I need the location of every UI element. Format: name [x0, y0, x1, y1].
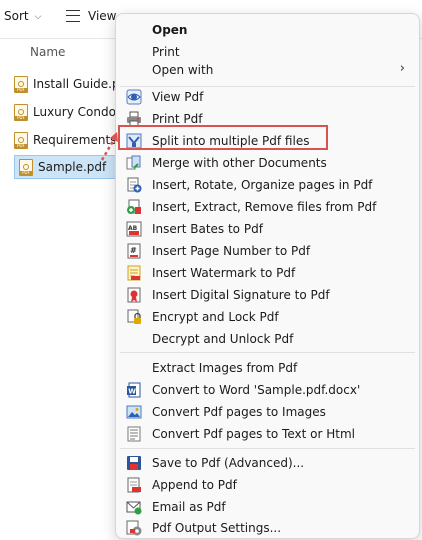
settings-icon	[126, 520, 142, 536]
word-document-icon: W	[126, 382, 142, 398]
lock-icon	[126, 309, 142, 325]
view-pdf-icon	[126, 89, 142, 105]
menu-item-extract-files[interactable]: Insert, Extract, Remove files from Pdf	[120, 196, 415, 218]
menu-item-merge-pdf[interactable]: Merge with other Documents	[120, 152, 415, 174]
menu-item-email-pdf[interactable]: Email as Pdf	[120, 496, 415, 518]
menu-item-label: Insert Page Number to Pdf	[152, 244, 311, 258]
highlight-box	[118, 125, 328, 150]
menu-item-open-with[interactable]: Open with ›	[120, 59, 415, 81]
merge-pdf-icon	[126, 155, 142, 171]
menu-item-label: View Pdf	[152, 90, 204, 104]
file-name: Luxury Condo	[33, 105, 116, 119]
svg-text:AB: AB	[128, 225, 138, 232]
menu-item-label: Encrypt and Lock Pdf	[152, 310, 279, 324]
file-name: Install Guide.p	[33, 77, 120, 91]
text-document-icon	[126, 426, 142, 442]
menu-item-extract-images[interactable]: Extract Images from Pdf	[120, 357, 415, 379]
sort-button[interactable]: Sort ⌵	[4, 9, 41, 23]
menu-item-convert-images[interactable]: Convert Pdf pages to Images	[120, 401, 415, 423]
menu-item-view-pdf[interactable]: View Pdf	[120, 86, 415, 108]
menu-item-label: Insert Digital Signature to Pdf	[152, 288, 330, 302]
menu-item-label: Convert Pdf pages to Images	[152, 405, 326, 419]
bates-number-icon: AB	[126, 221, 142, 237]
menu-item-insert-bates[interactable]: AB Insert Bates to Pdf	[120, 218, 415, 240]
menu-item-label: Extract Images from Pdf	[152, 361, 298, 375]
context-menu: Open Print Open with › View Pdf Print Pd…	[115, 13, 420, 539]
chevron-right-icon: ›	[399, 61, 405, 76]
pdf-file-icon	[19, 158, 33, 176]
menu-item-label: Convert Pdf pages to Text or Html	[152, 427, 355, 441]
menu-item-label: Open	[152, 23, 188, 37]
menu-item-convert-text[interactable]: Convert Pdf pages to Text or Html	[120, 423, 415, 445]
watermark-icon	[126, 265, 142, 281]
svg-text:W: W	[128, 388, 136, 396]
menu-item-decrypt-pdf[interactable]: Decrypt and Unlock Pdf	[120, 328, 415, 350]
menu-separator	[120, 448, 415, 449]
page-number-icon: #	[126, 243, 142, 259]
menu-item-encrypt-pdf[interactable]: Encrypt and Lock Pdf	[120, 306, 415, 328]
menu-item-append-pdf[interactable]: Append to Pdf	[120, 474, 415, 496]
menu-item-label: Print Pdf	[152, 112, 203, 126]
menu-item-label: Convert to Word 'Sample.pdf.docx'	[152, 383, 361, 397]
menu-item-label: Insert, Extract, Remove files from Pdf	[152, 200, 377, 214]
menu-item-label: Append to Pdf	[152, 478, 237, 492]
menu-item-convert-word[interactable]: W Convert to Word 'Sample.pdf.docx'	[120, 379, 415, 401]
file-item[interactable]: Install Guide.p	[14, 72, 124, 96]
menu-item-label: Open with	[152, 63, 214, 77]
append-pdf-icon	[126, 477, 142, 493]
view-list-icon	[66, 10, 80, 22]
pdf-file-icon	[14, 131, 28, 149]
menu-separator	[120, 352, 415, 353]
annotation-arrow-icon	[100, 132, 118, 161]
menu-item-label: Email as Pdf	[152, 500, 226, 514]
save-pdf-icon	[126, 455, 142, 471]
email-icon	[126, 499, 142, 515]
image-icon	[126, 404, 142, 420]
menu-item-open[interactable]: Open	[120, 19, 415, 41]
menu-item-label: Insert, Rotate, Organize pages in Pdf	[152, 178, 373, 192]
extract-files-icon	[126, 199, 142, 215]
menu-item-label: Pdf Output Settings...	[152, 521, 282, 535]
menu-item-organize-pages[interactable]: Insert, Rotate, Organize pages in Pdf	[120, 174, 415, 196]
menu-item-digital-signature[interactable]: Insert Digital Signature to Pdf	[120, 284, 415, 306]
chevron-down-icon: ⌵	[34, 11, 42, 22]
menu-item-label: Save to Pdf (Advanced)...	[152, 456, 305, 470]
menu-item-output-settings[interactable]: Pdf Output Settings...	[120, 517, 415, 539]
digital-signature-icon	[126, 287, 142, 303]
menu-item-insert-page-number[interactable]: # Insert Page Number to Pdf	[120, 240, 415, 262]
menu-item-label: Insert Watermark to Pdf	[152, 266, 296, 280]
menu-item-label: Insert Bates to Pdf	[152, 222, 263, 236]
sort-label: Sort	[4, 9, 29, 23]
column-header-name[interactable]: Name	[30, 45, 65, 59]
file-item[interactable]: Luxury Condo	[14, 100, 124, 124]
menu-item-save-pdf-advanced[interactable]: Save to Pdf (Advanced)...	[120, 452, 415, 474]
menu-item-label: Print	[152, 45, 180, 59]
pdf-file-icon	[14, 75, 28, 93]
menu-item-insert-watermark[interactable]: Insert Watermark to Pdf	[120, 262, 415, 284]
menu-item-label: Merge with other Documents	[152, 156, 327, 170]
organize-pages-icon	[126, 177, 142, 193]
view-label: View	[88, 9, 117, 23]
view-button[interactable]: View	[66, 9, 116, 23]
menu-item-label: Decrypt and Unlock Pdf	[152, 332, 294, 346]
svg-text:#: #	[130, 246, 137, 255]
pdf-file-icon	[14, 103, 28, 121]
